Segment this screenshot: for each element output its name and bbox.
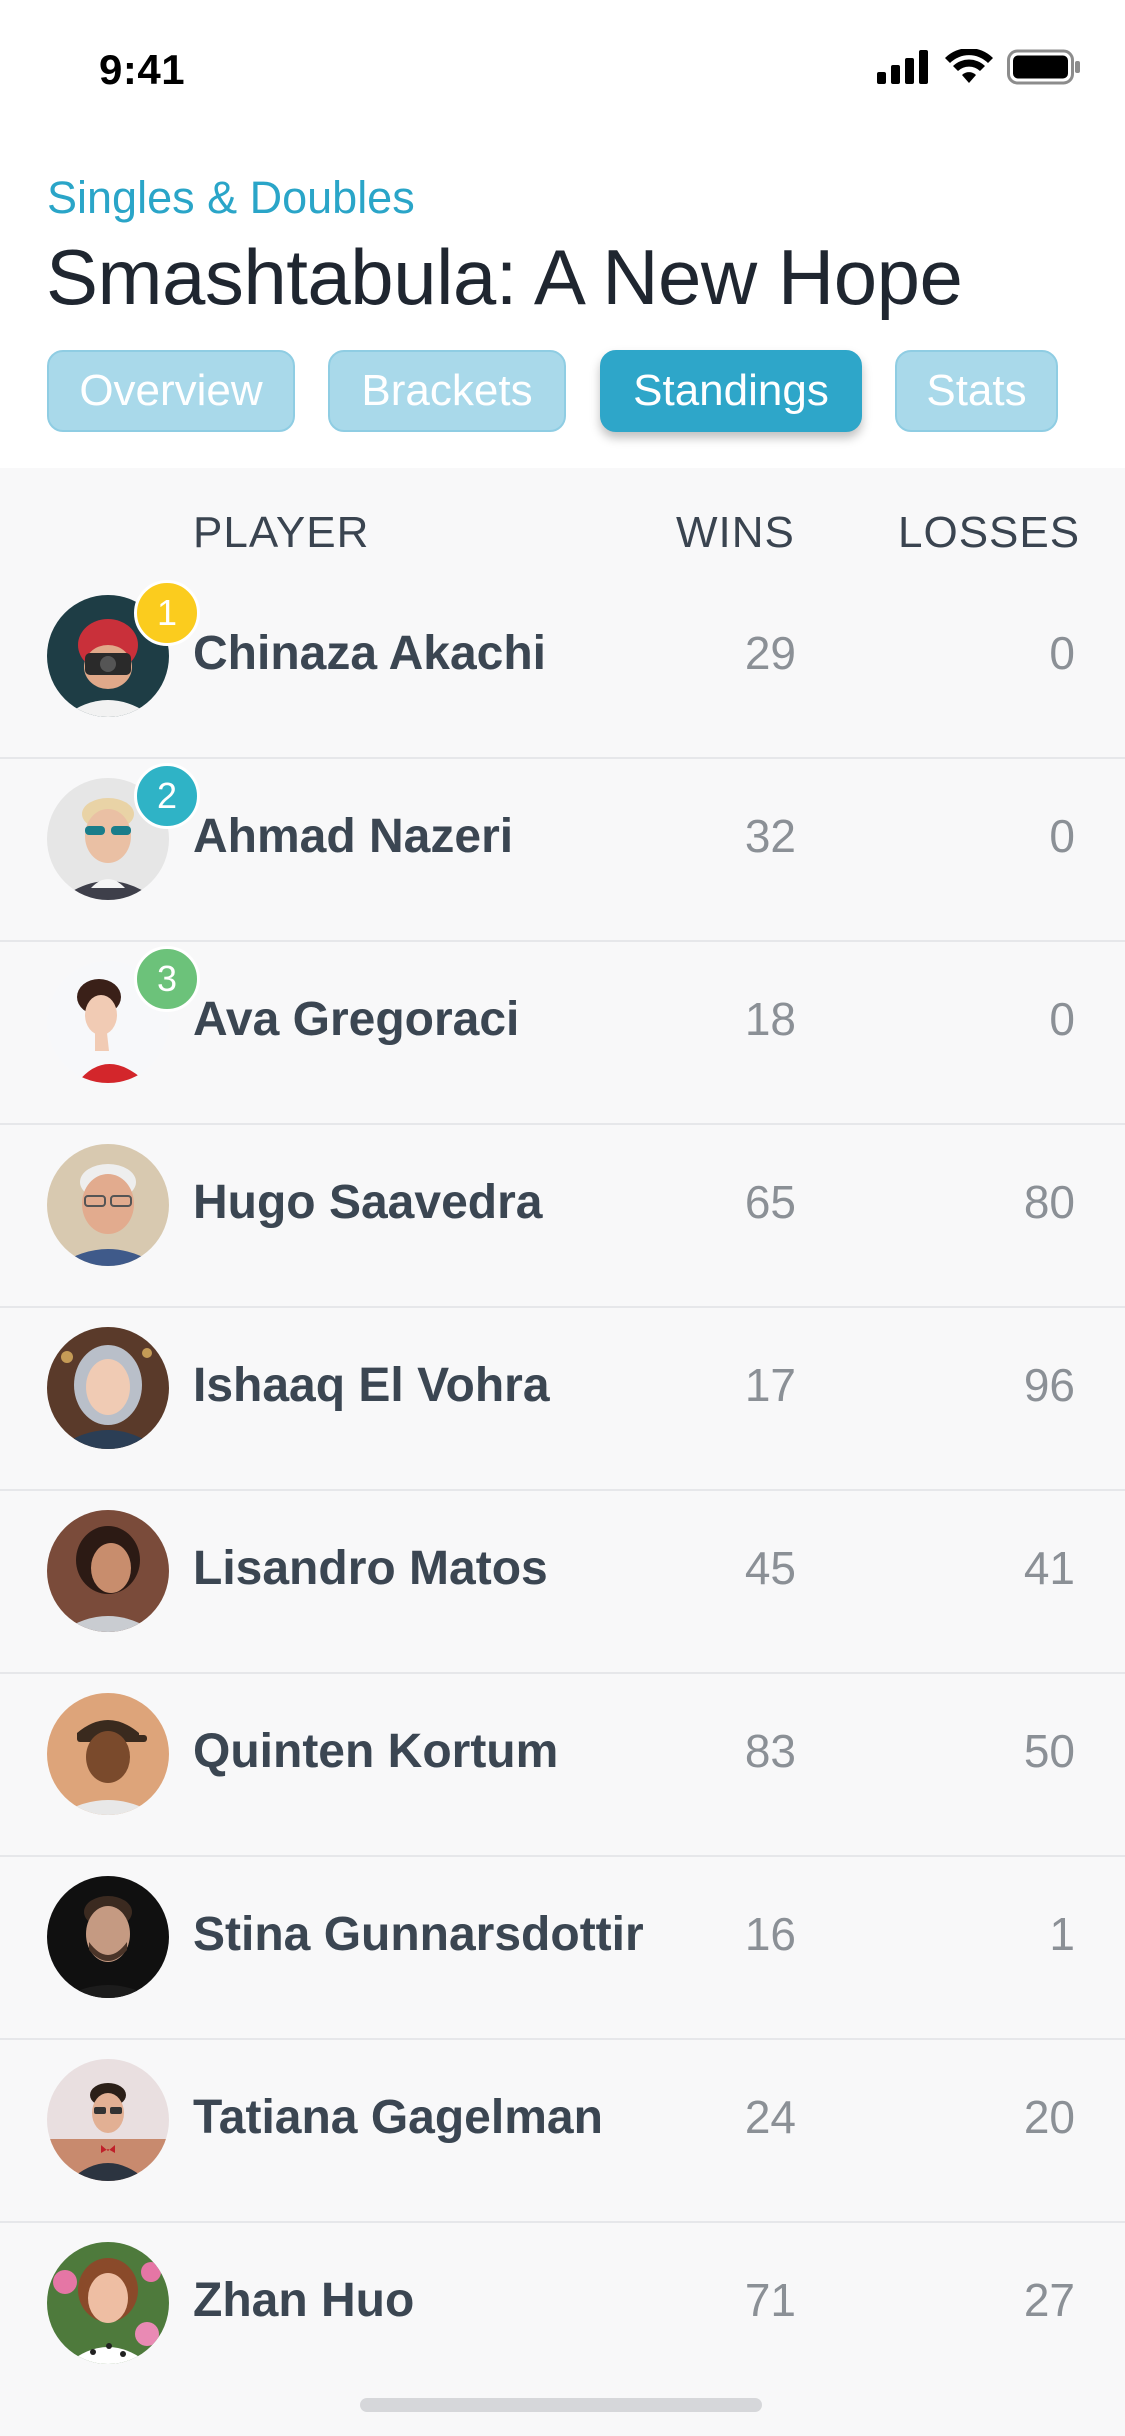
avatar bbox=[47, 1327, 169, 1449]
status-time: 9:41 bbox=[99, 46, 186, 93]
table-row[interactable]: 1 Chinaza Akachi 29 0 bbox=[0, 576, 1125, 759]
column-header-player[interactable]: PLAYER bbox=[193, 508, 369, 558]
status-bar: 9:41 bbox=[0, 0, 1125, 132]
player-name: Ahmad Nazeri bbox=[193, 810, 514, 863]
player-wins: 32 bbox=[744, 810, 796, 862]
player-losses: 41 bbox=[1023, 1542, 1075, 1594]
player-name: Stina Gunnarsdottir bbox=[193, 1908, 644, 1961]
avatar bbox=[47, 1144, 169, 1266]
page-title: Smashtabula: A New Hope bbox=[46, 233, 963, 321]
avatar bbox=[47, 2059, 169, 2181]
tab-brackets[interactable]: Brackets bbox=[328, 350, 566, 432]
home-indicator[interactable] bbox=[360, 2398, 762, 2412]
tab-stats[interactable]: Stats bbox=[895, 350, 1058, 432]
table-row[interactable]: Quinten Kortum 83 50 bbox=[0, 1674, 1125, 1857]
player-losses: 20 bbox=[1023, 2091, 1075, 2143]
player-losses: 0 bbox=[1049, 810, 1075, 862]
player-losses: 50 bbox=[1023, 1725, 1075, 1777]
player-losses: 96 bbox=[1023, 1359, 1075, 1411]
status-icons bbox=[877, 47, 1081, 90]
rank-badge: 1 bbox=[134, 580, 200, 646]
standings-screen: 9:41 Singles & Doubles Smashtabula: A Ne… bbox=[0, 0, 1125, 2436]
table-row[interactable]: Hugo Saavedra 65 80 bbox=[0, 1125, 1125, 1308]
player-losses: 80 bbox=[1023, 1176, 1075, 1228]
column-header-wins[interactable]: WINS bbox=[676, 508, 795, 558]
player-wins: 71 bbox=[744, 2274, 796, 2326]
player-wins: 83 bbox=[744, 1725, 796, 1777]
battery-icon bbox=[1007, 49, 1081, 90]
player-name: Ishaaq El Vohra bbox=[193, 1359, 550, 1412]
player-wins: 18 bbox=[744, 993, 796, 1045]
tab-bar: Overview Brackets Standings Stats bbox=[0, 350, 1125, 436]
column-header-losses[interactable]: LOSSES bbox=[898, 508, 1080, 558]
player-name: Zhan Huo bbox=[193, 2274, 415, 2327]
avatar bbox=[47, 1693, 169, 1815]
table-row[interactable]: 2 Ahmad Nazeri 32 0 bbox=[0, 759, 1125, 942]
player-name: Lisandro Matos bbox=[193, 1542, 548, 1595]
player-name: Ava Gregoraci bbox=[193, 993, 520, 1046]
player-wins: 17 bbox=[744, 1359, 796, 1411]
player-name: Hugo Saavedra bbox=[193, 1176, 543, 1229]
player-losses: 0 bbox=[1049, 627, 1075, 679]
rank-badge: 3 bbox=[134, 946, 200, 1012]
player-wins: 16 bbox=[744, 1908, 796, 1960]
table-row[interactable]: Ishaaq El Vohra 17 96 bbox=[0, 1308, 1125, 1491]
table-row[interactable]: 3 Ava Gregoraci 18 0 bbox=[0, 942, 1125, 1125]
avatar bbox=[47, 2242, 169, 2364]
player-wins: 65 bbox=[744, 1176, 796, 1228]
table-row[interactable]: Lisandro Matos 45 41 bbox=[0, 1491, 1125, 1674]
player-losses: 0 bbox=[1049, 993, 1075, 1045]
table-row[interactable]: Tatiana Gagelman 24 20 bbox=[0, 2040, 1125, 2223]
table-row[interactable]: Stina Gunnarsdottir 16 1 bbox=[0, 1857, 1125, 2040]
player-wins: 24 bbox=[744, 2091, 796, 2143]
player-name: Tatiana Gagelman bbox=[193, 2091, 603, 2144]
tab-overview[interactable]: Overview bbox=[47, 350, 295, 432]
player-name: Quinten Kortum bbox=[193, 1725, 559, 1778]
tab-standings[interactable]: Standings bbox=[600, 350, 862, 432]
cellular-signal-icon bbox=[877, 49, 931, 89]
page-header: Singles & Doubles Smashtabula: A New Hop… bbox=[0, 132, 1125, 468]
player-wins: 29 bbox=[744, 627, 796, 679]
player-wins: 45 bbox=[744, 1542, 796, 1594]
page-subtitle: Singles & Doubles bbox=[47, 172, 415, 223]
player-losses: 27 bbox=[1023, 2274, 1075, 2326]
player-name: Chinaza Akachi bbox=[193, 627, 546, 680]
player-losses: 1 bbox=[1049, 1908, 1075, 1960]
table-row[interactable]: Zhan Huo 71 27 bbox=[0, 2223, 1125, 2406]
wifi-icon bbox=[945, 47, 993, 90]
rank-badge: 2 bbox=[134, 763, 200, 829]
avatar bbox=[47, 1510, 169, 1632]
avatar bbox=[47, 1876, 169, 1998]
